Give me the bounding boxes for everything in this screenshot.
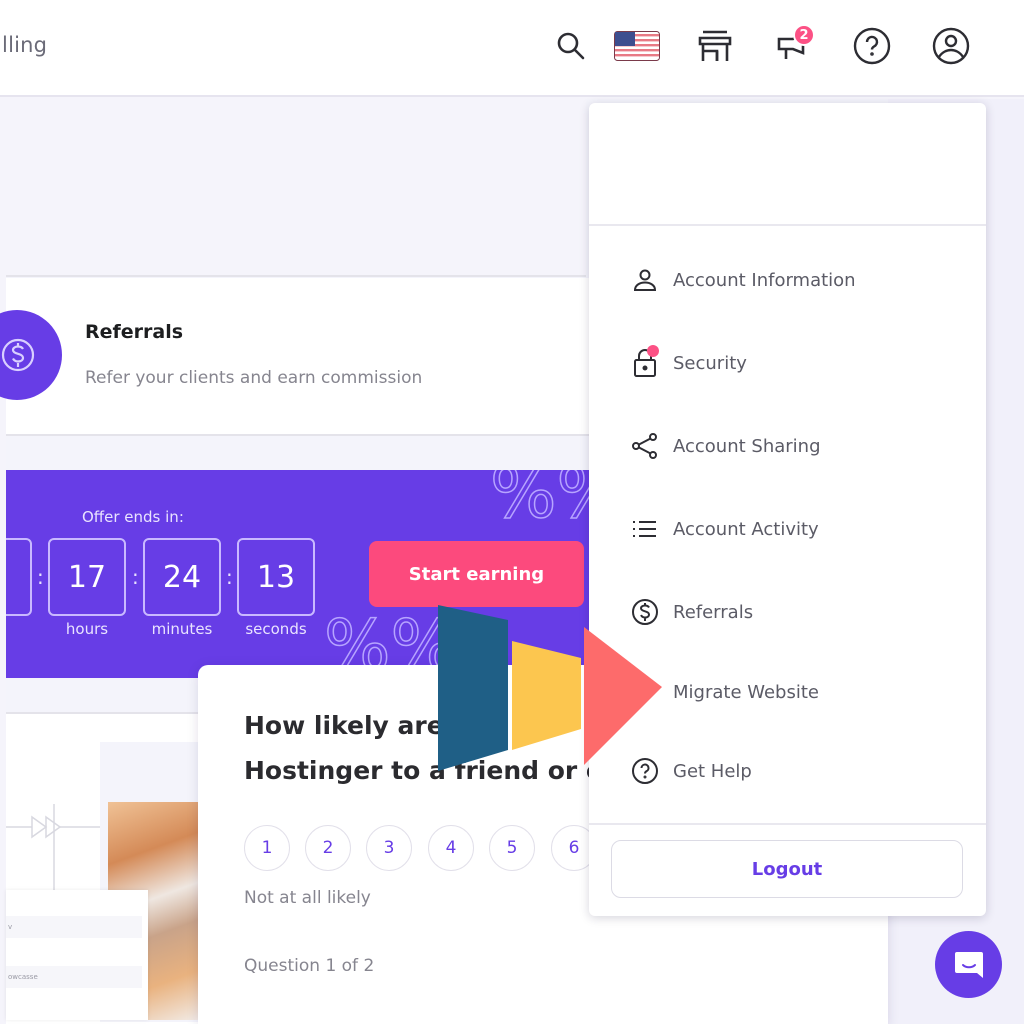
search-button[interactable] [551, 26, 591, 66]
menu-item-account-activity[interactable]: Account Activity [629, 509, 949, 549]
survey-low-label: Not at all likely [244, 888, 371, 908]
menu-item-security[interactable]: Security [629, 343, 949, 383]
diagram-illustration [6, 804, 106, 894]
store-button[interactable] [695, 26, 735, 66]
countdown-separator: : [37, 565, 44, 589]
rating-option-1[interactable]: 1 [244, 825, 290, 871]
us-flag-icon [614, 31, 660, 61]
list-icon [633, 521, 656, 537]
chat-icon [954, 951, 983, 978]
top-banner-area [6, 99, 586, 277]
referrals-avatar [0, 310, 62, 400]
countdown-days-label: s [6, 620, 38, 638]
dollar-icon [1, 338, 35, 372]
countdown-separator: : [226, 565, 233, 589]
countdown-days: 7 [6, 538, 32, 616]
user-icon [633, 269, 657, 291]
logo-coral-shape [584, 627, 662, 765]
share-icon [632, 433, 657, 459]
logout-button[interactable]: Logout [611, 840, 963, 898]
video-logo-overlay [438, 605, 662, 771]
countdown-minutes: 24 [143, 538, 221, 616]
rating-option-4[interactable]: 4 [428, 825, 474, 871]
menu-item-account-sharing[interactable]: Account Sharing [629, 426, 949, 466]
survey-progress: Question 1 of 2 [244, 956, 375, 976]
menu-item-label: Migrate Website [673, 681, 819, 703]
account-button[interactable] [931, 26, 971, 66]
menu-item-referrals[interactable]: Referrals [629, 592, 949, 632]
help-button[interactable] [852, 26, 892, 66]
language-selector[interactable] [614, 26, 660, 66]
account-dropdown-menu: Account Information Security Account Sha… [589, 103, 986, 916]
logo-yellow-shape [512, 641, 581, 750]
referrals-card[interactable]: Referrals Refer your clients and earn co… [0, 278, 590, 436]
account-icon [932, 27, 970, 65]
mini-field: v [6, 916, 142, 938]
countdown-seconds: 13 [237, 538, 315, 616]
rating-option-5[interactable]: 5 [489, 825, 535, 871]
referrals-subtitle: Refer your clients and earn commission [85, 368, 423, 388]
help-icon [853, 27, 891, 65]
menu-item-label: Security [673, 352, 747, 374]
logo-blue-shape [438, 605, 508, 771]
menu-item-account-information[interactable]: Account Information [629, 260, 949, 300]
offer-label: Offer ends in: [82, 508, 184, 526]
referrals-title: Referrals [85, 321, 184, 343]
top-header: illing 2 [0, 0, 1024, 97]
menu-item-label: Account Activity [673, 518, 819, 540]
countdown-seconds-label: seconds [245, 620, 307, 638]
menu-item-label: Referrals [673, 601, 754, 623]
menu-item-migrate-website[interactable]: Migrate Website [629, 672, 949, 712]
store-icon [698, 30, 732, 61]
percent-decoration: %% [489, 470, 590, 535]
security-notification-dot [647, 345, 659, 357]
notification-badge: 2 [793, 24, 815, 46]
countdown-hours: 17 [48, 538, 126, 616]
start-earning-button[interactable]: Start earning [369, 541, 584, 607]
mini-form-card: v owcasse [6, 890, 148, 1020]
menu-item-label: Account Information [673, 269, 856, 291]
countdown-minutes-label: minutes [151, 620, 213, 638]
live-chat-button[interactable] [935, 931, 1002, 998]
menu-item-label: Get Help [673, 760, 752, 782]
notifications-button[interactable]: 2 [773, 24, 815, 66]
countdown-separator: : [132, 565, 139, 589]
rating-option-2[interactable]: 2 [305, 825, 351, 871]
rating-option-3[interactable]: 3 [366, 825, 412, 871]
menu-divider [589, 823, 986, 825]
menu-item-label: Account Sharing [673, 435, 821, 457]
account-dropdown-header [589, 103, 986, 226]
search-icon [557, 32, 585, 60]
menu-item-get-help[interactable]: Get Help [629, 751, 949, 791]
breadcrumb-billing[interactable]: illing [0, 33, 47, 57]
mini-field: owcasse [6, 966, 142, 988]
countdown-hours-label: hours [65, 620, 109, 638]
